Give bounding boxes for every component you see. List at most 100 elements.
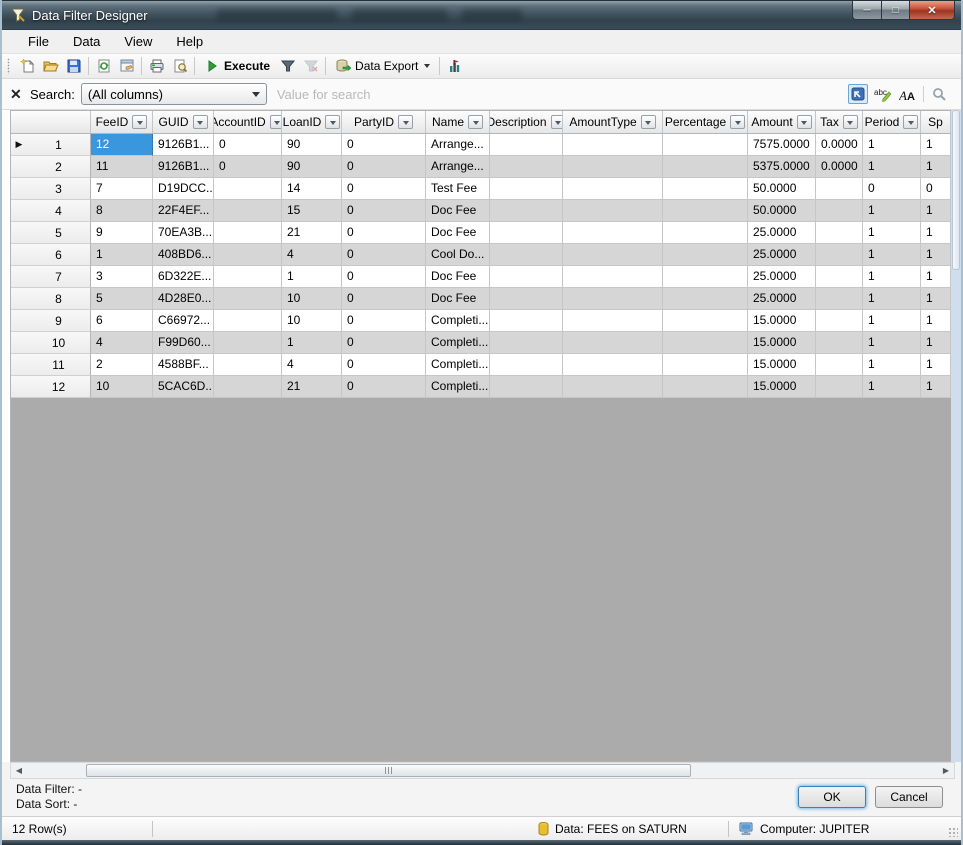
grid-cell[interactable]: 1 [282, 266, 342, 288]
column-header-amounttype[interactable]: AmountType [563, 111, 663, 133]
grid-cell[interactable]: 14 [282, 178, 342, 200]
grid-cell[interactable]: 25.0000 [748, 244, 816, 266]
grid-cell[interactable]: 9 [91, 222, 153, 244]
column-header-guid[interactable]: GUID [153, 111, 214, 133]
grid-cell[interactable]: 0 [342, 244, 426, 266]
grid-cell[interactable]: 4 [282, 244, 342, 266]
grid-cell[interactable]: 4 [282, 354, 342, 376]
grid-cell[interactable] [663, 134, 748, 156]
grid-cell[interactable]: 408BD6... [153, 244, 214, 266]
grid-cell[interactable]: D19DCC... [153, 178, 214, 200]
grid-cell[interactable]: 1 [863, 156, 921, 178]
grid-cell[interactable] [816, 244, 863, 266]
grid-cell[interactable] [214, 200, 282, 222]
grid-cell[interactable]: 2 [91, 354, 153, 376]
grid-cell[interactable]: 0 [342, 222, 426, 244]
grid-cell[interactable]: Doc Fee [426, 200, 490, 222]
grid-cell[interactable] [816, 266, 863, 288]
print-button[interactable] [145, 55, 168, 77]
column-filter-button[interactable] [641, 115, 656, 129]
save-button[interactable] [62, 55, 85, 77]
grid-cell[interactable]: 0 [342, 354, 426, 376]
grid-cell[interactable]: 7575.0000 [748, 134, 816, 156]
grid-cell[interactable] [490, 156, 563, 178]
column-header-feeid[interactable]: FeeID [91, 111, 153, 133]
column-header-tax[interactable]: Tax [816, 111, 863, 133]
search-button[interactable] [929, 84, 949, 104]
grid-cell[interactable]: 1 [863, 134, 921, 156]
grid-cell[interactable]: 0 [342, 200, 426, 222]
table-row[interactable]: 4822F4EF...150Doc Fee50.000011 [11, 200, 951, 222]
grid-cell[interactable]: 1 [921, 376, 951, 398]
grid-cell[interactable]: 0 [342, 376, 426, 398]
grid-cell[interactable]: 8 [91, 200, 153, 222]
grid-cell[interactable]: Doc Fee [426, 266, 490, 288]
grid-cell[interactable] [214, 332, 282, 354]
row-header[interactable]: 8 [11, 288, 91, 310]
grid-cell[interactable]: 1 [91, 244, 153, 266]
column-filter-button[interactable] [551, 115, 563, 129]
cancel-button[interactable]: Cancel [875, 786, 943, 808]
column-header-period[interactable]: Period [863, 111, 921, 133]
table-row[interactable]: 736D322E...10Doc Fee25.000011 [11, 266, 951, 288]
column-filter-button[interactable] [843, 115, 858, 129]
grid-cell[interactable]: 1 [863, 222, 921, 244]
grid-cell[interactable]: 5375.0000 [748, 156, 816, 178]
grid-cell[interactable] [214, 310, 282, 332]
grid-cell[interactable]: 7 [91, 178, 153, 200]
grid-cell[interactable]: 1 [863, 288, 921, 310]
maximize-button[interactable]: □ [881, 1, 910, 20]
minimize-button[interactable]: ─ [852, 1, 881, 20]
grid-cell[interactable]: 0 [214, 156, 282, 178]
table-row[interactable]: 2119126B1...0900Arrange...5375.00000.000… [11, 156, 951, 178]
column-filter-button[interactable] [903, 115, 918, 129]
grid-cell[interactable]: 0 [214, 134, 282, 156]
grid-cell[interactable] [490, 222, 563, 244]
grid-cell[interactable]: 11 [91, 156, 153, 178]
grid-cell[interactable] [563, 134, 663, 156]
grid-cell[interactable] [663, 332, 748, 354]
grid-cell[interactable] [490, 376, 563, 398]
row-header[interactable]: 6 [11, 244, 91, 266]
column-filter-button[interactable] [797, 115, 812, 129]
grid-cell[interactable] [663, 200, 748, 222]
filter-button[interactable] [276, 55, 299, 77]
grid-cell[interactable]: 4 [91, 332, 153, 354]
grid-cell[interactable]: 9126B1... [153, 156, 214, 178]
column-filter-button[interactable] [132, 115, 147, 129]
vertical-scrollbar-thumb[interactable] [952, 110, 960, 270]
table-row[interactable]: 1124588BF...40Completi...15.000011 [11, 354, 951, 376]
grid-cell[interactable]: 15.0000 [748, 310, 816, 332]
column-header-name[interactable]: Name [426, 111, 490, 133]
close-button[interactable]: ✕ [910, 1, 955, 20]
table-row[interactable]: 37D19DCC...140Test Fee50.000000 [11, 178, 951, 200]
grid-cell[interactable] [816, 288, 863, 310]
grid-cell[interactable] [663, 156, 748, 178]
row-header[interactable]: 11 [11, 354, 91, 376]
table-row[interactable]: 12105CAC6D...210Completi...15.000011 [11, 376, 951, 398]
grid-cell[interactable]: 0 [342, 156, 426, 178]
grid-cell[interactable] [663, 178, 748, 200]
close-search-icon[interactable]: ✕ [10, 86, 30, 103]
grid-cell[interactable]: 1 [921, 354, 951, 376]
grid-cell[interactable]: 90 [282, 156, 342, 178]
grid-cell[interactable]: 15 [282, 200, 342, 222]
grid-cell[interactable]: 90 [282, 134, 342, 156]
toolbar-grip[interactable] [7, 58, 12, 74]
grid-cell[interactable]: 0.0000 [816, 134, 863, 156]
column-header-loanid[interactable]: LoanID [282, 111, 342, 133]
grid-cell[interactable]: Cool Do... [426, 244, 490, 266]
grid-cell[interactable] [214, 178, 282, 200]
grid-cell[interactable]: 0 [342, 288, 426, 310]
resize-grip[interactable] [948, 827, 958, 837]
new-button[interactable] [16, 55, 39, 77]
grid-cell[interactable] [563, 156, 663, 178]
grid-cell[interactable] [214, 244, 282, 266]
grid-cell[interactable] [816, 178, 863, 200]
grid-cell[interactable]: 10 [91, 376, 153, 398]
scroll-left-arrow[interactable]: ◀ [11, 763, 27, 778]
grid-cell[interactable]: 1 [863, 310, 921, 332]
row-header[interactable]: 2 [11, 156, 91, 178]
grid-cell[interactable] [816, 354, 863, 376]
grid-cell[interactable]: 21 [282, 376, 342, 398]
